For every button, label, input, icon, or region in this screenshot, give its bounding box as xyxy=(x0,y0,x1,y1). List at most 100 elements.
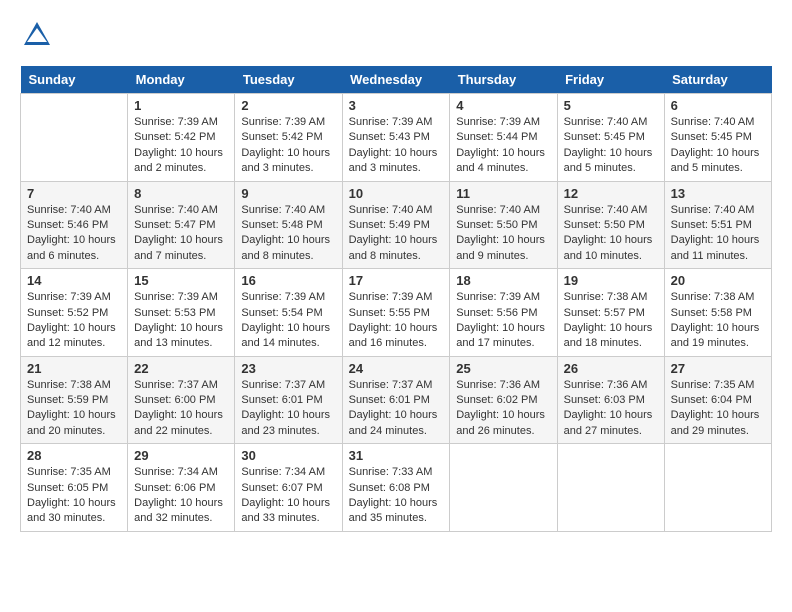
calendar-cell: 29 Sunrise: 7:34 AMSunset: 6:06 PMDayligh… xyxy=(128,444,235,532)
calendar-cell: 1 Sunrise: 7:39 AMSunset: 5:42 PMDaylight… xyxy=(128,94,235,182)
calendar-cell xyxy=(450,444,557,532)
day-info: Sunrise: 7:39 AMSunset: 5:42 PMDaylight:… xyxy=(241,115,335,177)
day-info: Sunrise: 7:33 AMSunset: 6:08 PMDaylight:… xyxy=(349,465,444,527)
calendar-cell: 14 Sunrise: 7:39 AMSunset: 5:52 PMDayligh… xyxy=(21,269,128,357)
calendar-cell: 26 Sunrise: 7:36 AMSunset: 6:03 PMDayligh… xyxy=(557,356,664,444)
page-header xyxy=(20,20,772,56)
header-row: SundayMondayTuesdayWednesdayThursdayFrid… xyxy=(21,66,772,94)
day-number: 11 xyxy=(456,186,550,201)
day-header-sunday: Sunday xyxy=(21,66,128,94)
day-number: 30 xyxy=(241,448,335,463)
day-number: 3 xyxy=(349,98,444,113)
day-info: Sunrise: 7:34 AMSunset: 6:07 PMDaylight:… xyxy=(241,465,335,527)
day-info: Sunrise: 7:40 AMSunset: 5:49 PMDaylight:… xyxy=(349,203,444,265)
day-info: Sunrise: 7:39 AMSunset: 5:44 PMDaylight:… xyxy=(456,115,550,177)
day-number: 9 xyxy=(241,186,335,201)
day-info: Sunrise: 7:40 AMSunset: 5:45 PMDaylight:… xyxy=(671,115,765,177)
calendar-cell: 15 Sunrise: 7:39 AMSunset: 5:53 PMDayligh… xyxy=(128,269,235,357)
day-number: 6 xyxy=(671,98,765,113)
day-info: Sunrise: 7:40 AMSunset: 5:46 PMDaylight:… xyxy=(27,203,121,265)
day-header-monday: Monday xyxy=(128,66,235,94)
day-info: Sunrise: 7:40 AMSunset: 5:50 PMDaylight:… xyxy=(456,203,550,265)
day-info: Sunrise: 7:40 AMSunset: 5:51 PMDaylight:… xyxy=(671,203,765,265)
day-info: Sunrise: 7:39 AMSunset: 5:56 PMDaylight:… xyxy=(456,290,550,352)
week-row-5: 28 Sunrise: 7:35 AMSunset: 6:05 PMDayligh… xyxy=(21,444,772,532)
calendar-cell: 13 Sunrise: 7:40 AMSunset: 5:51 PMDayligh… xyxy=(664,181,771,269)
calendar-cell xyxy=(664,444,771,532)
calendar-table: SundayMondayTuesdayWednesdayThursdayFrid… xyxy=(20,66,772,532)
calendar-cell: 6 Sunrise: 7:40 AMSunset: 5:45 PMDaylight… xyxy=(664,94,771,182)
day-header-tuesday: Tuesday xyxy=(235,66,342,94)
day-info: Sunrise: 7:38 AMSunset: 5:57 PMDaylight:… xyxy=(564,290,658,352)
day-number: 17 xyxy=(349,273,444,288)
calendar-cell: 22 Sunrise: 7:37 AMSunset: 6:00 PMDayligh… xyxy=(128,356,235,444)
calendar-cell: 31 Sunrise: 7:33 AMSunset: 6:08 PMDayligh… xyxy=(342,444,450,532)
week-row-3: 14 Sunrise: 7:39 AMSunset: 5:52 PMDayligh… xyxy=(21,269,772,357)
day-number: 24 xyxy=(349,361,444,376)
calendar-cell: 24 Sunrise: 7:37 AMSunset: 6:01 PMDayligh… xyxy=(342,356,450,444)
calendar-cell: 9 Sunrise: 7:40 AMSunset: 5:48 PMDaylight… xyxy=(235,181,342,269)
day-info: Sunrise: 7:39 AMSunset: 5:52 PMDaylight:… xyxy=(27,290,121,352)
calendar-cell xyxy=(21,94,128,182)
day-number: 20 xyxy=(671,273,765,288)
calendar-cell xyxy=(557,444,664,532)
calendar-cell: 12 Sunrise: 7:40 AMSunset: 5:50 PMDayligh… xyxy=(557,181,664,269)
day-info: Sunrise: 7:35 AMSunset: 6:05 PMDaylight:… xyxy=(27,465,121,527)
calendar-cell: 3Sunrise: 7:39 AMSunset: 5:43 PMDaylight… xyxy=(342,94,450,182)
day-info: Sunrise: 7:39 AMSunset: 5:53 PMDaylight:… xyxy=(134,290,228,352)
day-info: Sunrise: 7:40 AMSunset: 5:48 PMDaylight:… xyxy=(241,203,335,265)
day-header-friday: Friday xyxy=(557,66,664,94)
calendar-cell: 19 Sunrise: 7:38 AMSunset: 5:57 PMDayligh… xyxy=(557,269,664,357)
day-number: 1 xyxy=(134,98,228,113)
day-number: 22 xyxy=(134,361,228,376)
day-number: 16 xyxy=(241,273,335,288)
day-info: Sunrise: 7:38 AMSunset: 5:58 PMDaylight:… xyxy=(671,290,765,352)
week-row-4: 21Sunrise: 7:38 AMSunset: 5:59 PMDayligh… xyxy=(21,356,772,444)
day-number: 31 xyxy=(349,448,444,463)
week-row-2: 7 Sunrise: 7:40 AMSunset: 5:46 PMDaylight… xyxy=(21,181,772,269)
calendar-cell: 7 Sunrise: 7:40 AMSunset: 5:46 PMDaylight… xyxy=(21,181,128,269)
day-number: 19 xyxy=(564,273,658,288)
day-info: Sunrise: 7:34 AMSunset: 6:06 PMDaylight:… xyxy=(134,465,228,527)
logo-icon xyxy=(22,20,52,50)
logo xyxy=(20,20,52,56)
day-info: Sunrise: 7:37 AMSunset: 6:00 PMDaylight:… xyxy=(134,378,228,440)
day-number: 4 xyxy=(456,98,550,113)
day-info: Sunrise: 7:39 AMSunset: 5:54 PMDaylight:… xyxy=(241,290,335,352)
day-header-wednesday: Wednesday xyxy=(342,66,450,94)
day-number: 5 xyxy=(564,98,658,113)
day-number: 28 xyxy=(27,448,121,463)
calendar-cell: 20 Sunrise: 7:38 AMSunset: 5:58 PMDayligh… xyxy=(664,269,771,357)
day-info: Sunrise: 7:35 AMSunset: 6:04 PMDaylight:… xyxy=(671,378,765,440)
day-number: 12 xyxy=(564,186,658,201)
day-info: Sunrise: 7:37 AMSunset: 6:01 PMDaylight:… xyxy=(241,378,335,440)
calendar-cell: 4 Sunrise: 7:39 AMSunset: 5:44 PMDaylight… xyxy=(450,94,557,182)
calendar-cell: 17Sunrise: 7:39 AMSunset: 5:55 PMDayligh… xyxy=(342,269,450,357)
day-info: Sunrise: 7:40 AMSunset: 5:50 PMDaylight:… xyxy=(564,203,658,265)
day-number: 8 xyxy=(134,186,228,201)
calendar-cell: 10Sunrise: 7:40 AMSunset: 5:49 PMDayligh… xyxy=(342,181,450,269)
calendar-cell: 27 Sunrise: 7:35 AMSunset: 6:04 PMDayligh… xyxy=(664,356,771,444)
day-number: 26 xyxy=(564,361,658,376)
day-header-saturday: Saturday xyxy=(664,66,771,94)
day-header-thursday: Thursday xyxy=(450,66,557,94)
day-info: Sunrise: 7:37 AMSunset: 6:01 PMDaylight:… xyxy=(349,378,444,440)
day-info: Sunrise: 7:40 AMSunset: 5:45 PMDaylight:… xyxy=(564,115,658,177)
day-number: 23 xyxy=(241,361,335,376)
calendar-cell: 5 Sunrise: 7:40 AMSunset: 5:45 PMDaylight… xyxy=(557,94,664,182)
day-number: 14 xyxy=(27,273,121,288)
day-number: 15 xyxy=(134,273,228,288)
day-info: Sunrise: 7:39 AMSunset: 5:42 PMDaylight:… xyxy=(134,115,228,177)
day-number: 18 xyxy=(456,273,550,288)
day-number: 13 xyxy=(671,186,765,201)
calendar-cell: 25Sunrise: 7:36 AMSunset: 6:02 PMDayligh… xyxy=(450,356,557,444)
calendar-cell: 16 Sunrise: 7:39 AMSunset: 5:54 PMDayligh… xyxy=(235,269,342,357)
day-number: 27 xyxy=(671,361,765,376)
calendar-cell: 11 Sunrise: 7:40 AMSunset: 5:50 PMDayligh… xyxy=(450,181,557,269)
day-number: 29 xyxy=(134,448,228,463)
day-info: Sunrise: 7:36 AMSunset: 6:02 PMDaylight:… xyxy=(456,378,550,440)
day-number: 7 xyxy=(27,186,121,201)
week-row-1: 1 Sunrise: 7:39 AMSunset: 5:42 PMDaylight… xyxy=(21,94,772,182)
calendar-cell: 18 Sunrise: 7:39 AMSunset: 5:56 PMDayligh… xyxy=(450,269,557,357)
day-info: Sunrise: 7:36 AMSunset: 6:03 PMDaylight:… xyxy=(564,378,658,440)
